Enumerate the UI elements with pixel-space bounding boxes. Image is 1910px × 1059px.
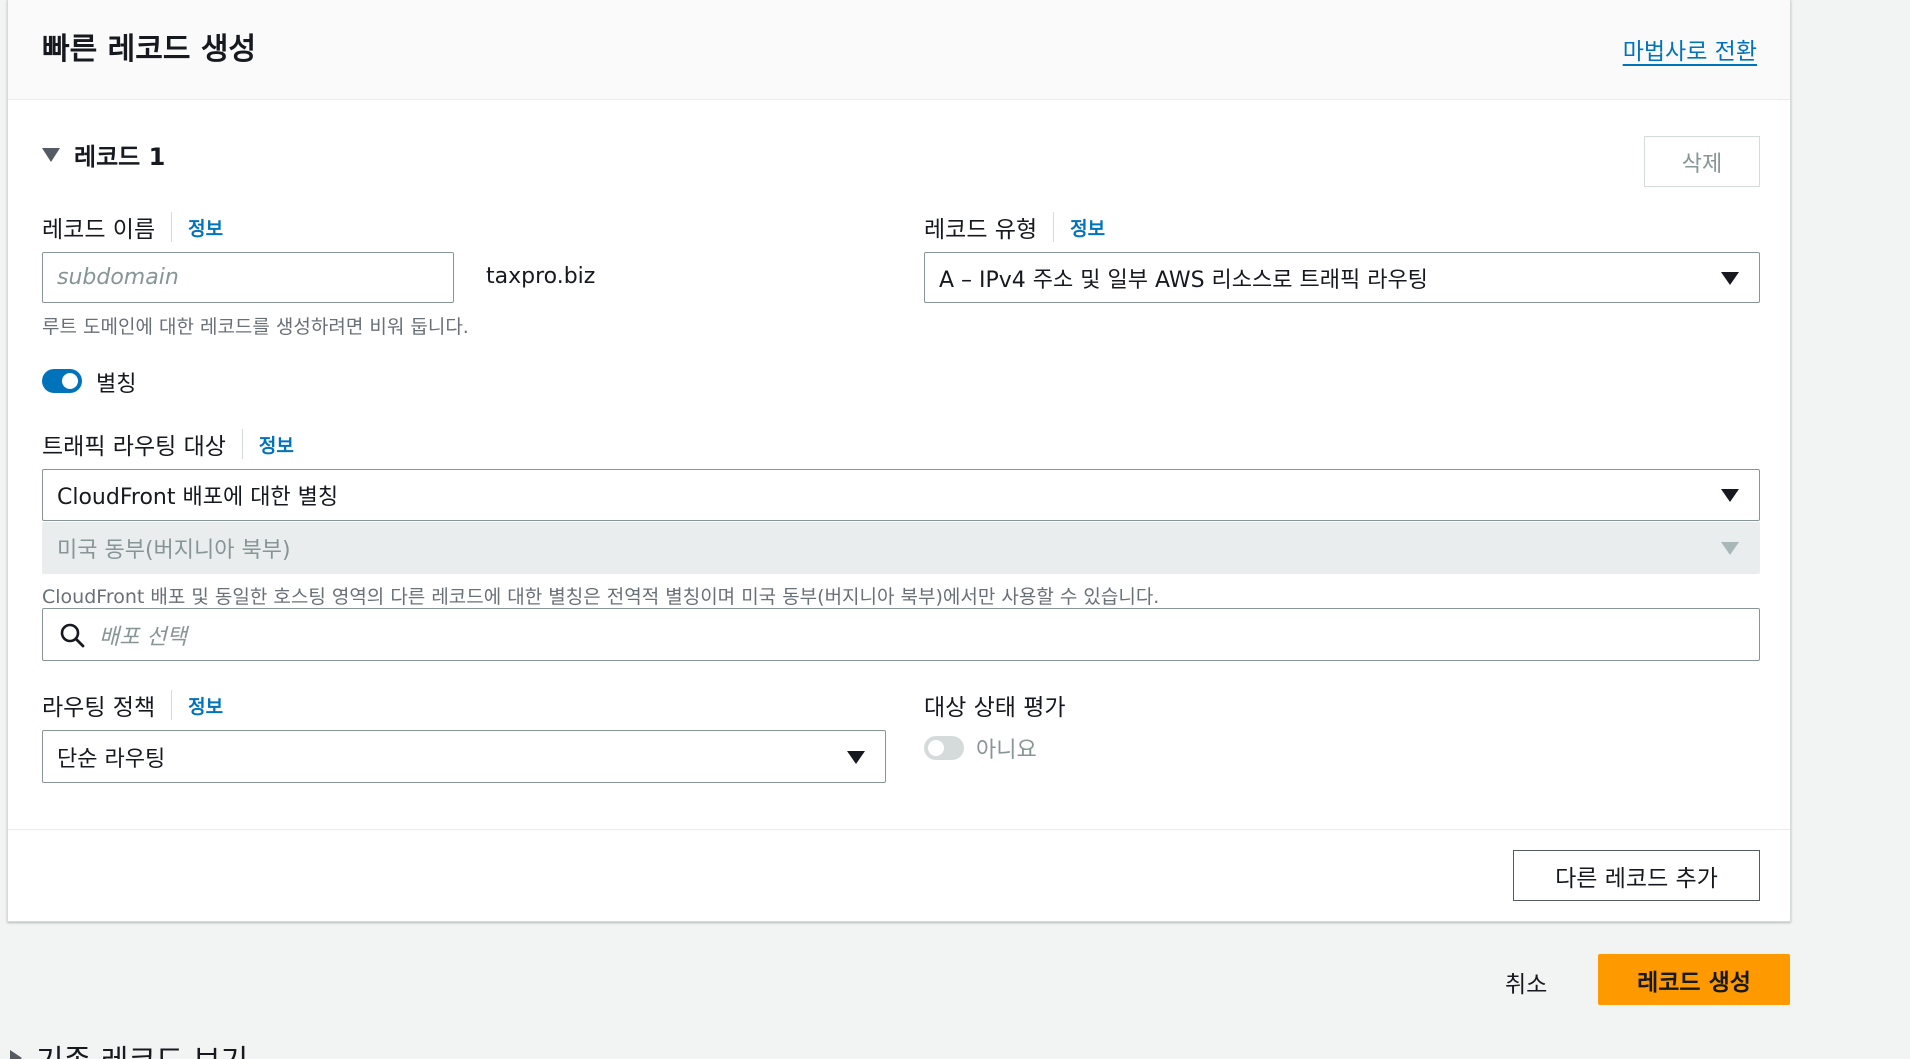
record-name-label-text: 레코드 이름 <box>42 217 156 243</box>
page-title: 빠른 레코드 생성 <box>42 32 257 67</box>
record-type-info-link[interactable]: 정보 <box>1053 212 1105 242</box>
routing-policy-label: 라우팅 정책 정보 <box>42 688 223 722</box>
record-type-label-text: 레코드 유형 <box>924 217 1038 243</box>
health-value: 아니요 <box>976 738 1037 763</box>
record-section-toggle[interactable]: 레코드 1 <box>42 137 165 172</box>
search-icon <box>60 623 85 648</box>
dropdown-arrow-icon <box>1721 489 1739 502</box>
route-target-hint: CloudFront 배포 및 동일한 호스팅 영역의 다른 레코드에 대한 별… <box>42 586 1160 608</box>
distribution-search-placeholder: 배포 선택 <box>99 624 187 650</box>
create-records-button[interactable]: 레코드 생성 <box>1598 954 1790 1005</box>
routing-policy-info-link[interactable]: 정보 <box>171 690 223 720</box>
quick-create-panel: 빠른 레코드 생성 마법사로 전환 레코드 1 삭제 레코드 이름 정보 sub… <box>7 0 1791 922</box>
caret-down-icon <box>42 147 60 162</box>
record-name-input[interactable]: subdomain <box>42 252 454 303</box>
alias-toggle[interactable] <box>42 369 82 393</box>
record-type-select[interactable]: A – IPv4 주소 및 일부 AWS 리소스로 트래픽 라우팅 <box>924 252 1760 303</box>
record-type-value: A – IPv4 주소 및 일부 AWS 리소스로 트래픽 라우팅 <box>939 267 1428 293</box>
add-record-button[interactable]: 다른 레코드 추가 <box>1513 850 1760 901</box>
record-name-hint: 루트 도메인에 대한 레코드를 생성하려면 비워 둡니다. <box>42 316 469 338</box>
dropdown-arrow-icon <box>1721 542 1739 555</box>
toggle-knob <box>928 740 944 756</box>
region-select: 미국 동부(버지니아 북부) <box>42 522 1760 574</box>
health-label-text: 대상 상태 평가 <box>924 695 1066 721</box>
routing-policy-value: 단순 라우팅 <box>57 746 166 772</box>
routing-policy-select[interactable]: 단순 라우팅 <box>42 730 886 783</box>
distribution-search-input[interactable]: 배포 선택 <box>42 608 1760 661</box>
record-name-info-link[interactable]: 정보 <box>171 212 223 242</box>
routing-policy-label-text: 라우팅 정책 <box>42 695 156 721</box>
cancel-button[interactable]: 취소 <box>1505 965 1547 999</box>
caret-right-icon <box>10 1050 22 1059</box>
route-target-info-link[interactable]: 정보 <box>241 429 294 459</box>
record-name-label: 레코드 이름 정보 <box>42 210 223 244</box>
endpoint-value: CloudFront 배포에 대한 별칭 <box>57 485 339 510</box>
switch-to-wizard-link[interactable]: 마법사로 전환 <box>1623 32 1757 66</box>
region-value: 미국 동부(버지니아 북부) <box>57 538 291 563</box>
route-target-label-text: 트래픽 라우팅 대상 <box>42 434 226 460</box>
alias-label: 별칭 <box>96 372 137 397</box>
domain-suffix: taxpro.biz <box>486 264 596 289</box>
record-section-title: 레코드 1 <box>74 143 166 171</box>
record-type-label: 레코드 유형 정보 <box>924 210 1105 244</box>
delete-button[interactable]: 삭제 <box>1644 136 1760 187</box>
divider <box>8 829 1790 830</box>
toggle-knob <box>62 373 78 389</box>
panel-header: 빠른 레코드 생성 마법사로 전환 <box>8 0 1790 100</box>
existing-records-label: 기존 레코드 보기 <box>36 1036 248 1059</box>
health-label: 대상 상태 평가 <box>924 688 1066 722</box>
existing-records-toggle[interactable]: 기존 레코드 보기 <box>10 1036 248 1059</box>
route-target-label: 트래픽 라우팅 대상 정보 <box>42 427 294 461</box>
dropdown-arrow-icon <box>1721 271 1739 285</box>
endpoint-select[interactable]: CloudFront 배포에 대한 별칭 <box>42 469 1760 521</box>
health-toggle <box>924 736 964 760</box>
dropdown-arrow-icon <box>847 750 865 764</box>
record-name-placeholder: subdomain <box>57 265 179 290</box>
